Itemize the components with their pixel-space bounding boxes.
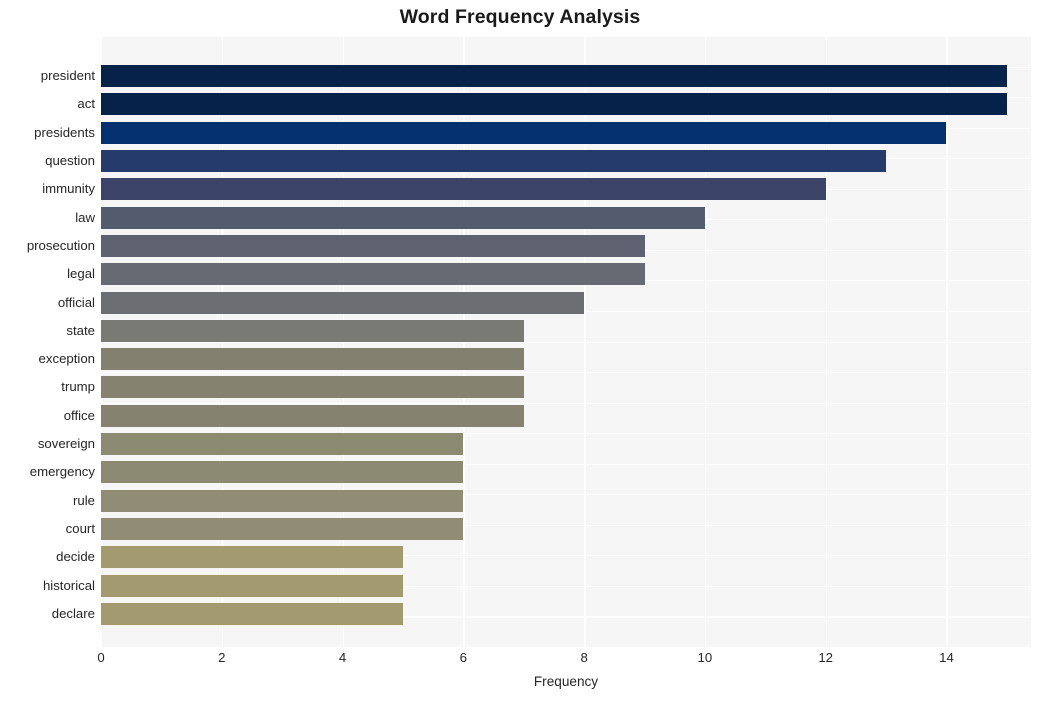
y-axis-label: immunity [42, 181, 95, 197]
bar [101, 433, 464, 456]
y-axis-label: question [45, 152, 95, 168]
x-axis-tick-label: 8 [580, 650, 588, 665]
y-axis-label: president [40, 68, 95, 83]
bar [101, 291, 585, 314]
y-axis-label: trump [61, 379, 95, 395]
bar [101, 376, 524, 399]
bar [101, 461, 464, 484]
y-axis-label: state [66, 322, 95, 338]
y-axis-label: exception [38, 351, 95, 367]
horizontal-gridline [101, 647, 1031, 649]
bar [101, 546, 403, 569]
x-axis-tick-label: 12 [818, 650, 834, 665]
y-axis-label: historical [42, 577, 95, 593]
bar [101, 574, 403, 597]
bar [101, 404, 524, 427]
y-axis-label: rule [73, 492, 95, 508]
bar [101, 234, 645, 257]
bar [101, 65, 1007, 87]
x-axis-tick-label: 6 [459, 650, 467, 665]
y-axis-label: declare [51, 606, 95, 621]
y-axis-label: office [63, 407, 95, 423]
y-axis-label: official [57, 294, 95, 310]
y-axis-label: sovereign [37, 436, 95, 452]
x-axis-tick-label: 4 [338, 650, 347, 665]
bar [101, 121, 947, 144]
bar [101, 206, 705, 229]
x-axis-tick-label: 0 [97, 650, 105, 665]
x-axis-ticks: 0 2 4 6 8 10 12 14 [97, 650, 1031, 670]
y-axis-label: legal [67, 266, 95, 282]
word-frequency-chart: Word Frequency Analysis president act pres… [0, 0, 1040, 701]
bar [101, 93, 1007, 116]
x-axis-tick-label: 14 [939, 650, 954, 665]
x-axis-tick-label: 10 [697, 650, 713, 665]
chart-title: Word Frequency Analysis [399, 6, 641, 28]
bar [101, 178, 826, 201]
bar [101, 263, 645, 286]
bar [101, 319, 524, 342]
plot-area [101, 36, 1031, 649]
x-axis-title: Frequency [533, 674, 599, 689]
bar [101, 348, 524, 371]
y-axis-label: act [77, 96, 95, 112]
y-axis-label: prosecution [26, 237, 95, 253]
y-axis-labels: president act presidents question immunity la… [0, 36, 95, 647]
y-axis-label: presidents [34, 124, 95, 140]
bar-series [101, 36, 1031, 647]
bar [101, 603, 403, 625]
y-axis-label: court [65, 521, 95, 537]
y-axis-label: emergency [29, 464, 95, 480]
bar [101, 149, 887, 172]
y-axis-label: decide [56, 549, 95, 565]
x-axis-tick-label: 2 [218, 650, 226, 665]
y-axis-label: law [75, 209, 95, 225]
bar [101, 518, 464, 541]
bar [101, 489, 464, 512]
